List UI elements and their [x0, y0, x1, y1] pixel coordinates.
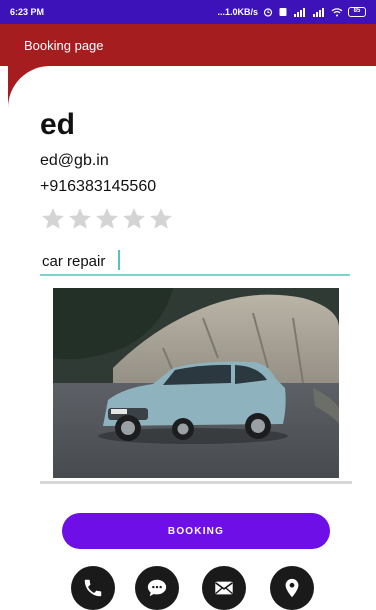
image-divider	[40, 481, 352, 484]
service-input[interactable]	[40, 248, 350, 276]
battery-icon: 85	[348, 7, 366, 17]
status-bar: 6:23 PM ...1.0KB/s 85	[0, 0, 376, 24]
alarm-icon	[263, 8, 273, 17]
star-icon[interactable]	[94, 206, 120, 232]
signal-icon	[294, 8, 305, 17]
chat-button[interactable]	[135, 566, 179, 610]
sim-icon	[279, 8, 287, 16]
star-icon[interactable]	[148, 206, 174, 232]
chat-icon	[147, 579, 167, 597]
status-time: 6:23 PM	[10, 7, 45, 17]
star-icon[interactable]	[67, 206, 93, 232]
booking-button[interactable]: BOOKING	[62, 513, 330, 549]
text-cursor	[118, 250, 120, 270]
location-icon	[285, 578, 299, 598]
phone-icon	[84, 579, 102, 597]
car-photo	[53, 288, 339, 478]
mail-icon	[215, 581, 233, 595]
star-icon[interactable]	[40, 206, 66, 232]
signal-icon-2	[313, 8, 324, 17]
location-button[interactable]	[270, 566, 314, 610]
provider-email: ed@gb.in	[40, 152, 109, 169]
wifi-icon	[331, 8, 343, 17]
rating-bar[interactable]	[40, 206, 174, 232]
network-speed: ...1.0KB/s	[217, 7, 258, 17]
status-indicators: ...1.0KB/s 85	[217, 7, 366, 17]
provider-phone: +916383145560	[40, 178, 157, 195]
provider-name: ed	[40, 108, 76, 141]
app-bar: Booking page	[0, 24, 376, 66]
mail-button[interactable]	[202, 566, 246, 610]
call-button[interactable]	[71, 566, 115, 610]
app-bar-title: Booking page	[24, 37, 104, 53]
star-icon[interactable]	[121, 206, 147, 232]
